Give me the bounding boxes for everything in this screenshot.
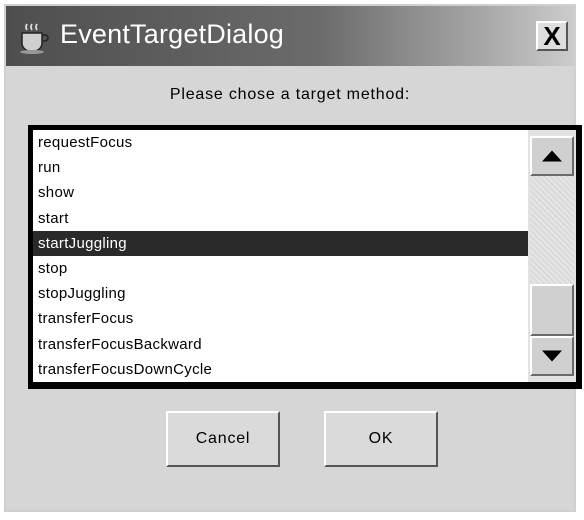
- list-item[interactable]: stopJuggling: [33, 281, 528, 306]
- method-list[interactable]: requestFocus run show start startJuggling sto…: [28, 125, 582, 389]
- scroll-down-button[interactable]: [530, 336, 574, 376]
- window-title: EventTargetDialog: [60, 19, 285, 49]
- vertical-scrollbar[interactable]: [528, 130, 576, 382]
- java-cup-icon: [16, 20, 50, 54]
- list-item[interactable]: transferFocusBackward: [33, 332, 528, 357]
- arrow-down-icon: [542, 350, 562, 362]
- arrow-up-icon: [542, 150, 562, 162]
- list-item[interactable]: requestFocus: [33, 130, 528, 155]
- event-target-dialog: EventTargetDialog X Please chose a targe…: [4, 4, 582, 512]
- close-icon: X: [543, 21, 561, 51]
- list-item[interactable]: transferFocusDownCycle: [33, 357, 528, 382]
- list-item[interactable]: start: [33, 206, 528, 231]
- ok-button[interactable]: OK: [324, 411, 438, 467]
- cancel-button[interactable]: Cancel: [166, 411, 280, 467]
- list-item[interactable]: stop: [33, 256, 528, 281]
- close-button[interactable]: X: [536, 21, 568, 51]
- list-item[interactable]: show: [33, 180, 528, 205]
- scroll-up-button[interactable]: [530, 136, 574, 176]
- scrollbar-thumb[interactable]: [530, 284, 574, 336]
- list-item[interactable]: transferFocus: [33, 306, 528, 331]
- prompt-label: Please chose a target method:: [169, 86, 411, 103]
- list-item[interactable]: run: [33, 155, 528, 180]
- title-bar[interactable]: EventTargetDialog X: [6, 6, 574, 66]
- list-item[interactable]: startJuggling: [33, 230, 528, 256]
- method-list-viewport[interactable]: requestFocus run show start startJuggling sto…: [33, 130, 528, 382]
